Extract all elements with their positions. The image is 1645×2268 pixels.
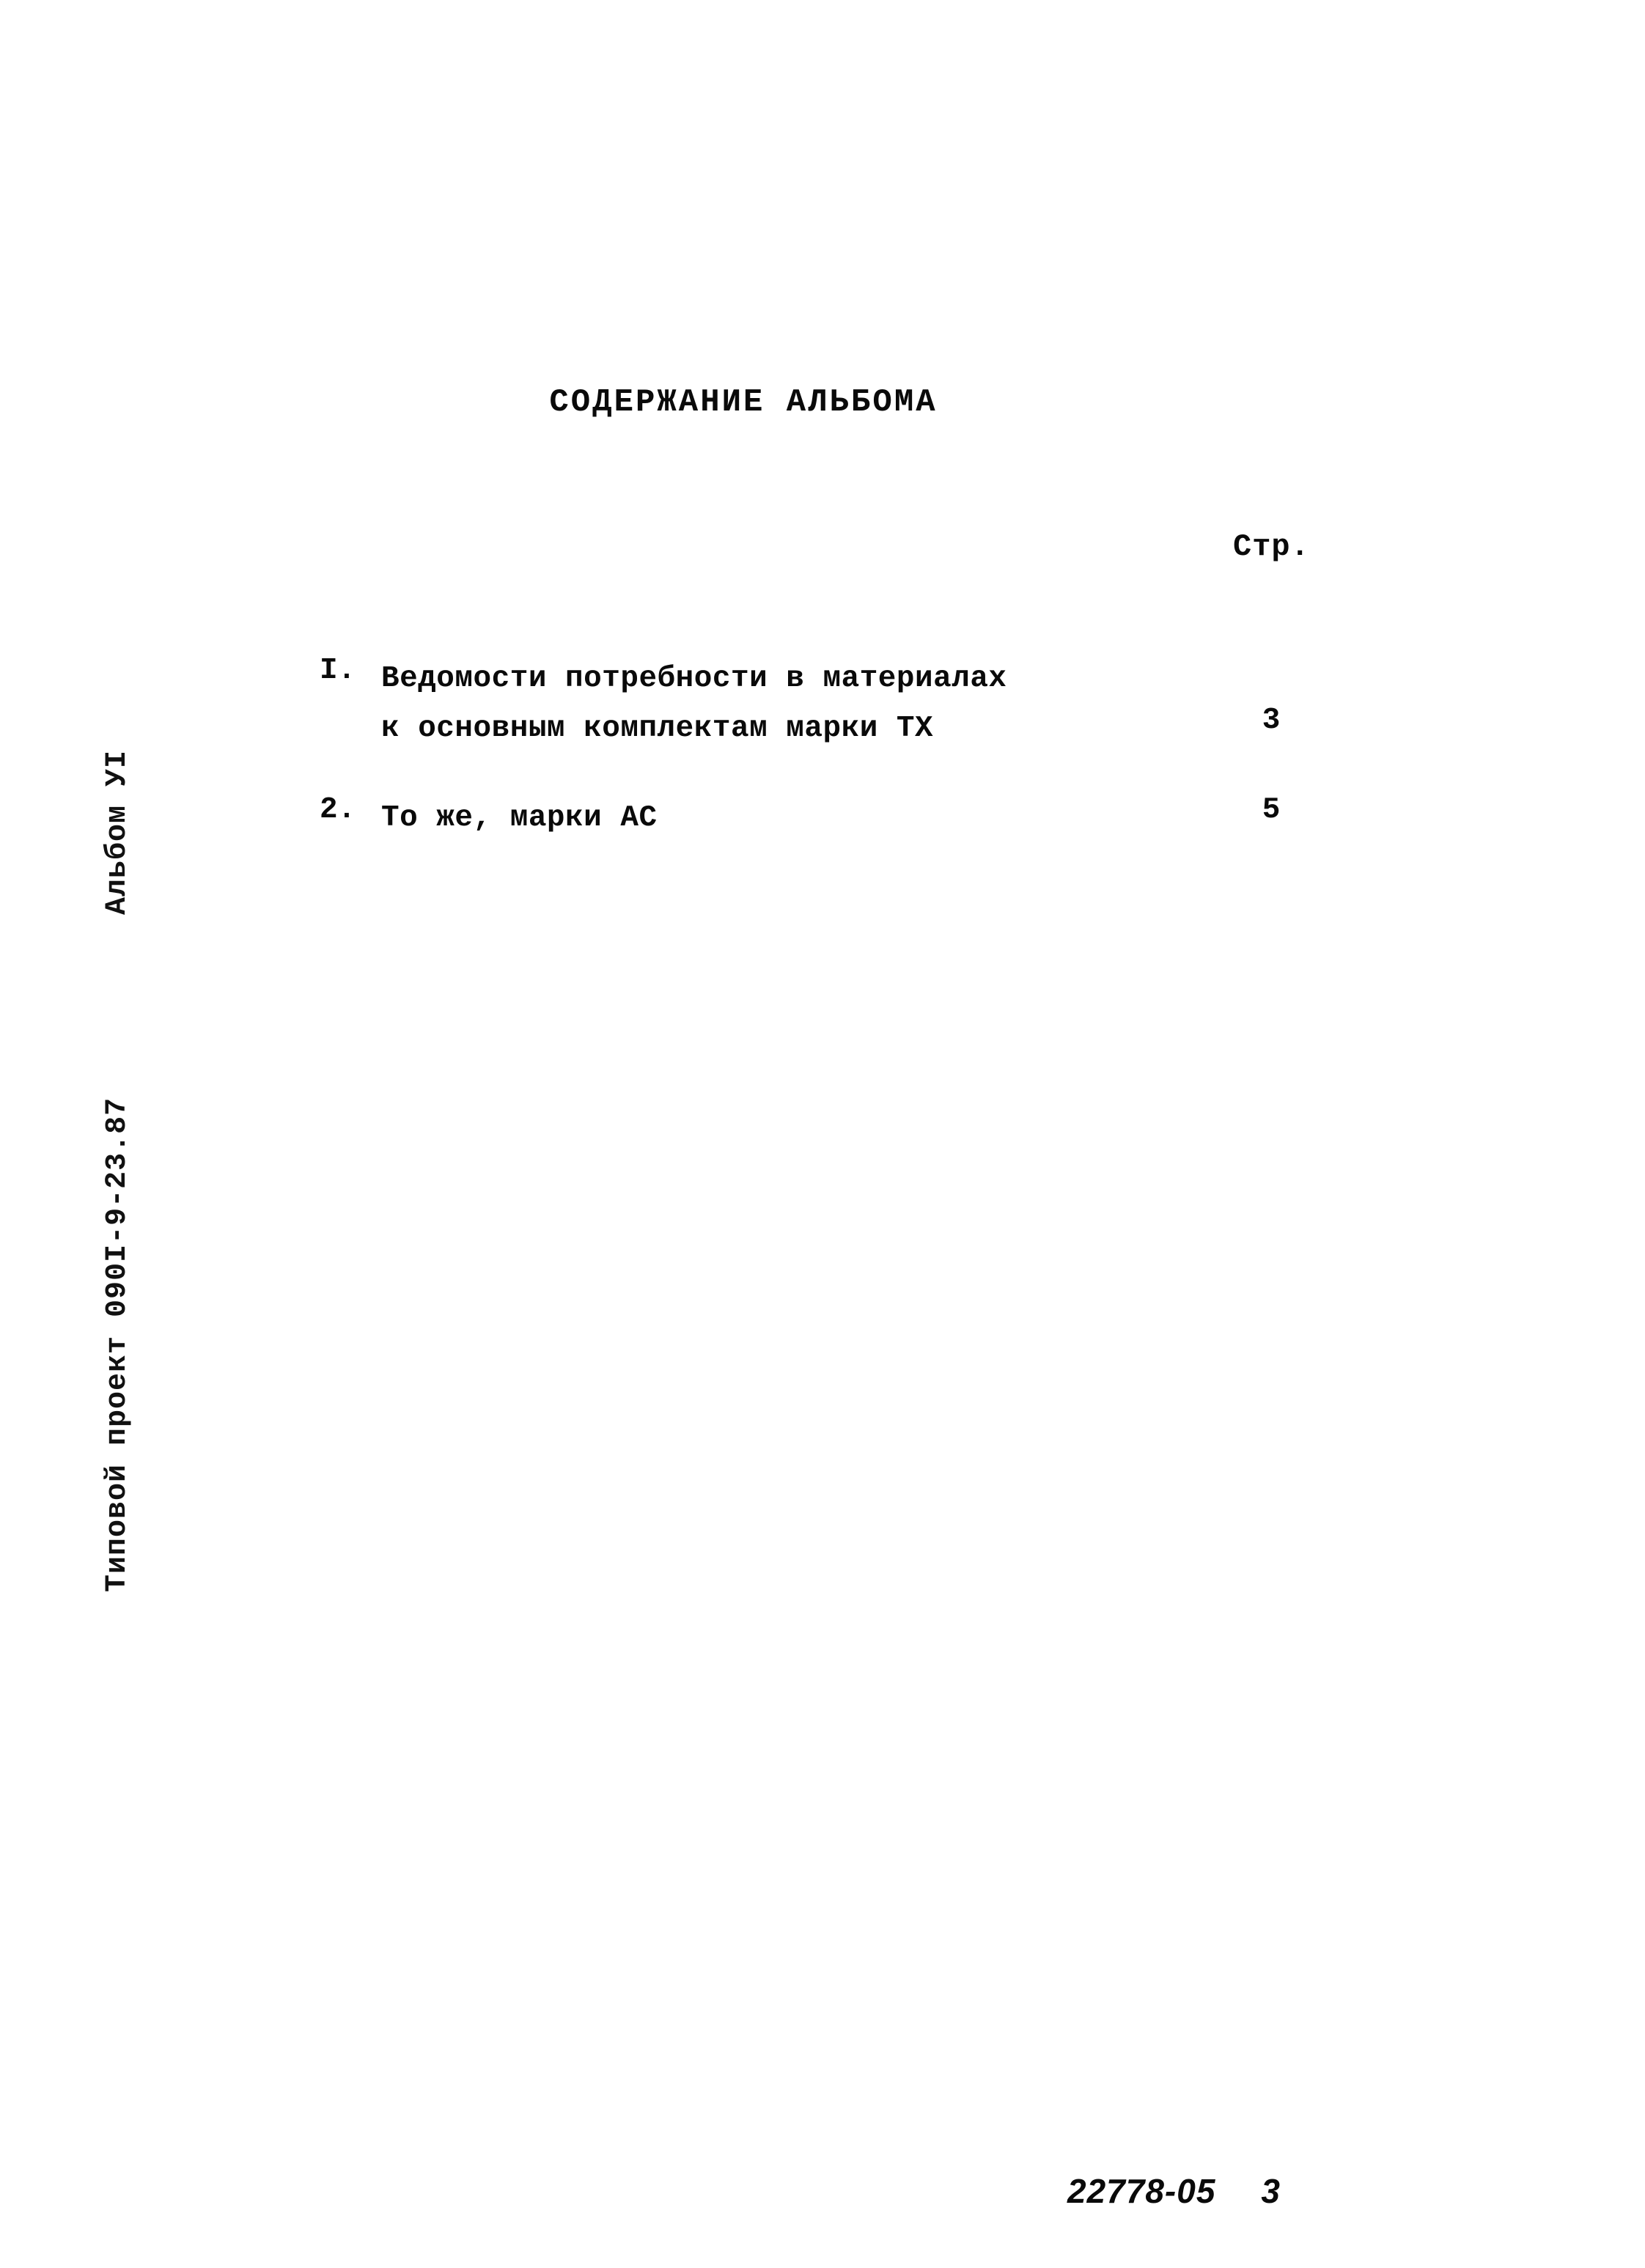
document-page: Альбом УI Типовой проект 090I-9-23.87 СО…	[0, 0, 1645, 2268]
toc-entry-line: к основным комплектам марки ТХ	[381, 712, 934, 745]
toc-entry-page-number: 3	[1262, 704, 1281, 737]
toc-entry-number: 2.	[320, 793, 356, 827]
list-item: I. Ведомости потребности в материалах к …	[320, 654, 1317, 754]
table-of-contents: I. Ведомости потребности в материалах к …	[320, 654, 1317, 881]
toc-entry-number: I.	[320, 654, 356, 688]
toc-entry-line: То же, марки АС	[381, 801, 658, 835]
album-margin-label: Альбом УI	[101, 749, 134, 915]
toc-entry-page-number: 5	[1262, 793, 1281, 827]
list-item: 2. То же, марки АС 5	[320, 793, 1317, 843]
pages-column-header: Стр.	[1233, 529, 1310, 564]
toc-entry-body: 2. То же, марки АС 5	[320, 793, 1280, 843]
toc-entry-line: Ведомости потребности в материалах	[381, 662, 1007, 696]
footer-page-number: 3	[1261, 2172, 1280, 2210]
page-title: СОДЕРЖАНИЕ АЛЬБОМА	[549, 384, 938, 421]
project-margin-label: Типовой проект 090I-9-23.87	[101, 1097, 134, 1592]
document-footer: 22778-05 3	[1067, 2171, 1280, 2211]
toc-entry-body: I. Ведомости потребности в материалах к …	[320, 654, 1280, 754]
footer-document-code: 22778-05	[1067, 2172, 1216, 2210]
